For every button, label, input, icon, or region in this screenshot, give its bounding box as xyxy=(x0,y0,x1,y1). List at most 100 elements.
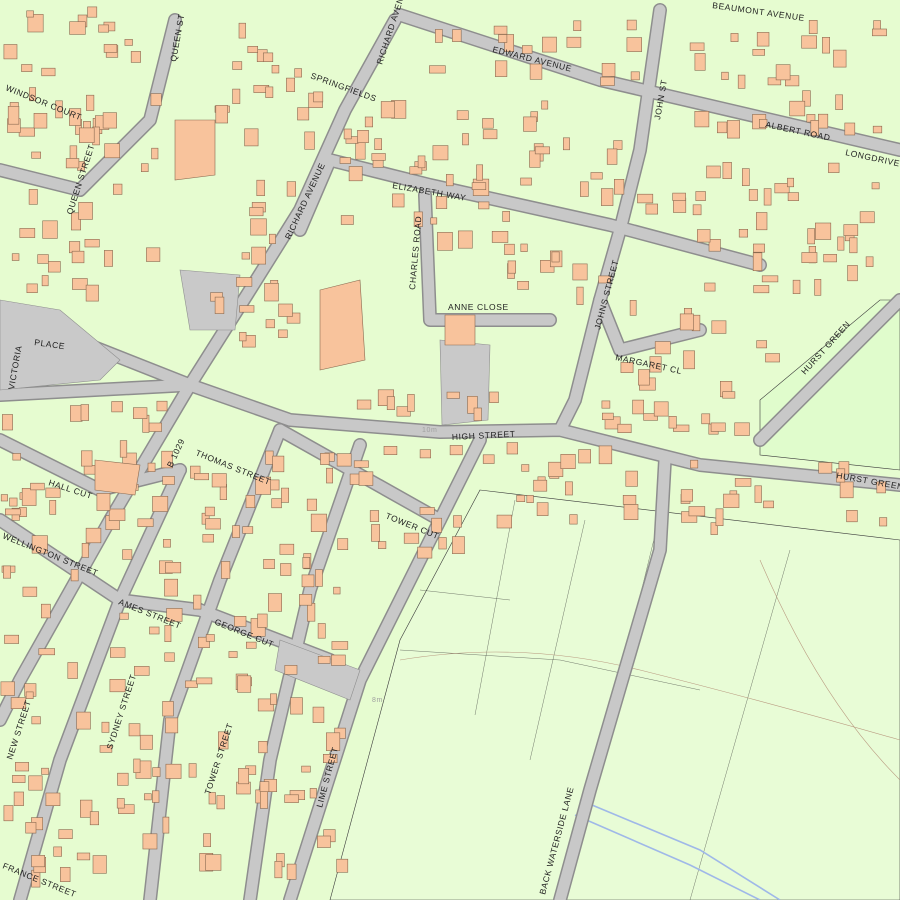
building xyxy=(711,320,727,334)
building xyxy=(569,514,578,525)
building xyxy=(85,527,102,544)
building xyxy=(680,489,694,502)
building xyxy=(60,866,71,882)
building xyxy=(306,602,316,622)
building xyxy=(257,613,268,628)
building xyxy=(417,546,433,559)
building xyxy=(147,462,156,472)
building xyxy=(723,493,740,508)
building xyxy=(216,795,225,810)
building xyxy=(653,401,669,417)
building xyxy=(476,164,483,181)
building xyxy=(336,858,349,873)
building xyxy=(259,781,270,793)
building xyxy=(21,64,33,72)
building xyxy=(808,19,818,34)
building xyxy=(7,106,20,125)
building xyxy=(258,740,268,754)
building xyxy=(446,391,460,399)
street-map[interactable]: QUEEN ST SPRINGFIELDS RICHARD AVENUE EDW… xyxy=(0,0,900,900)
building xyxy=(70,405,83,422)
building xyxy=(146,247,161,262)
building xyxy=(837,236,845,251)
building xyxy=(576,286,584,305)
building xyxy=(847,265,858,282)
building xyxy=(47,261,61,273)
building xyxy=(2,565,12,579)
building xyxy=(80,404,89,421)
building xyxy=(336,453,352,467)
building xyxy=(119,440,128,458)
building xyxy=(139,734,153,750)
building xyxy=(301,574,315,588)
building xyxy=(407,394,415,412)
building xyxy=(817,113,829,129)
building xyxy=(119,612,129,620)
building xyxy=(846,509,858,523)
building xyxy=(165,717,179,734)
building xyxy=(76,711,91,730)
building xyxy=(462,133,469,146)
building xyxy=(787,192,799,202)
building xyxy=(578,449,591,464)
building xyxy=(706,165,721,179)
building xyxy=(701,413,711,425)
building xyxy=(130,51,141,63)
building xyxy=(165,561,182,574)
building xyxy=(787,177,795,188)
building xyxy=(807,228,816,245)
building xyxy=(25,691,34,700)
building xyxy=(117,772,129,786)
building xyxy=(15,762,29,772)
building xyxy=(309,788,317,799)
building xyxy=(274,861,283,879)
building xyxy=(801,35,817,49)
building xyxy=(622,494,637,505)
building xyxy=(748,189,758,201)
building xyxy=(267,593,282,612)
building xyxy=(493,25,508,35)
building xyxy=(818,462,833,474)
building xyxy=(25,822,37,834)
building xyxy=(343,128,352,140)
building xyxy=(471,182,487,190)
label-spot-height-high-street: 10m xyxy=(422,427,437,434)
building xyxy=(386,396,395,411)
building xyxy=(162,816,170,834)
building xyxy=(30,482,45,491)
building xyxy=(688,506,706,517)
building xyxy=(165,763,182,779)
building xyxy=(41,767,49,775)
building xyxy=(87,6,98,18)
building xyxy=(3,805,14,822)
building xyxy=(12,453,21,461)
building xyxy=(286,77,295,92)
building xyxy=(601,62,616,77)
building xyxy=(196,677,213,685)
building xyxy=(692,204,702,216)
building xyxy=(28,775,43,791)
building xyxy=(844,122,856,136)
building xyxy=(4,634,19,644)
building xyxy=(301,765,311,773)
building xyxy=(517,280,529,290)
building xyxy=(1,414,13,431)
building xyxy=(70,569,79,582)
building xyxy=(696,229,711,243)
building xyxy=(111,401,123,413)
building xyxy=(601,412,614,421)
building xyxy=(40,603,51,619)
building xyxy=(81,542,89,558)
building xyxy=(564,481,573,496)
building xyxy=(572,263,588,281)
building xyxy=(392,193,405,208)
building xyxy=(317,623,326,639)
building xyxy=(679,313,694,331)
building xyxy=(637,193,654,204)
building xyxy=(520,177,532,186)
building xyxy=(833,49,847,68)
building xyxy=(849,237,858,254)
building xyxy=(789,100,806,117)
building xyxy=(331,654,346,666)
building xyxy=(775,64,791,81)
